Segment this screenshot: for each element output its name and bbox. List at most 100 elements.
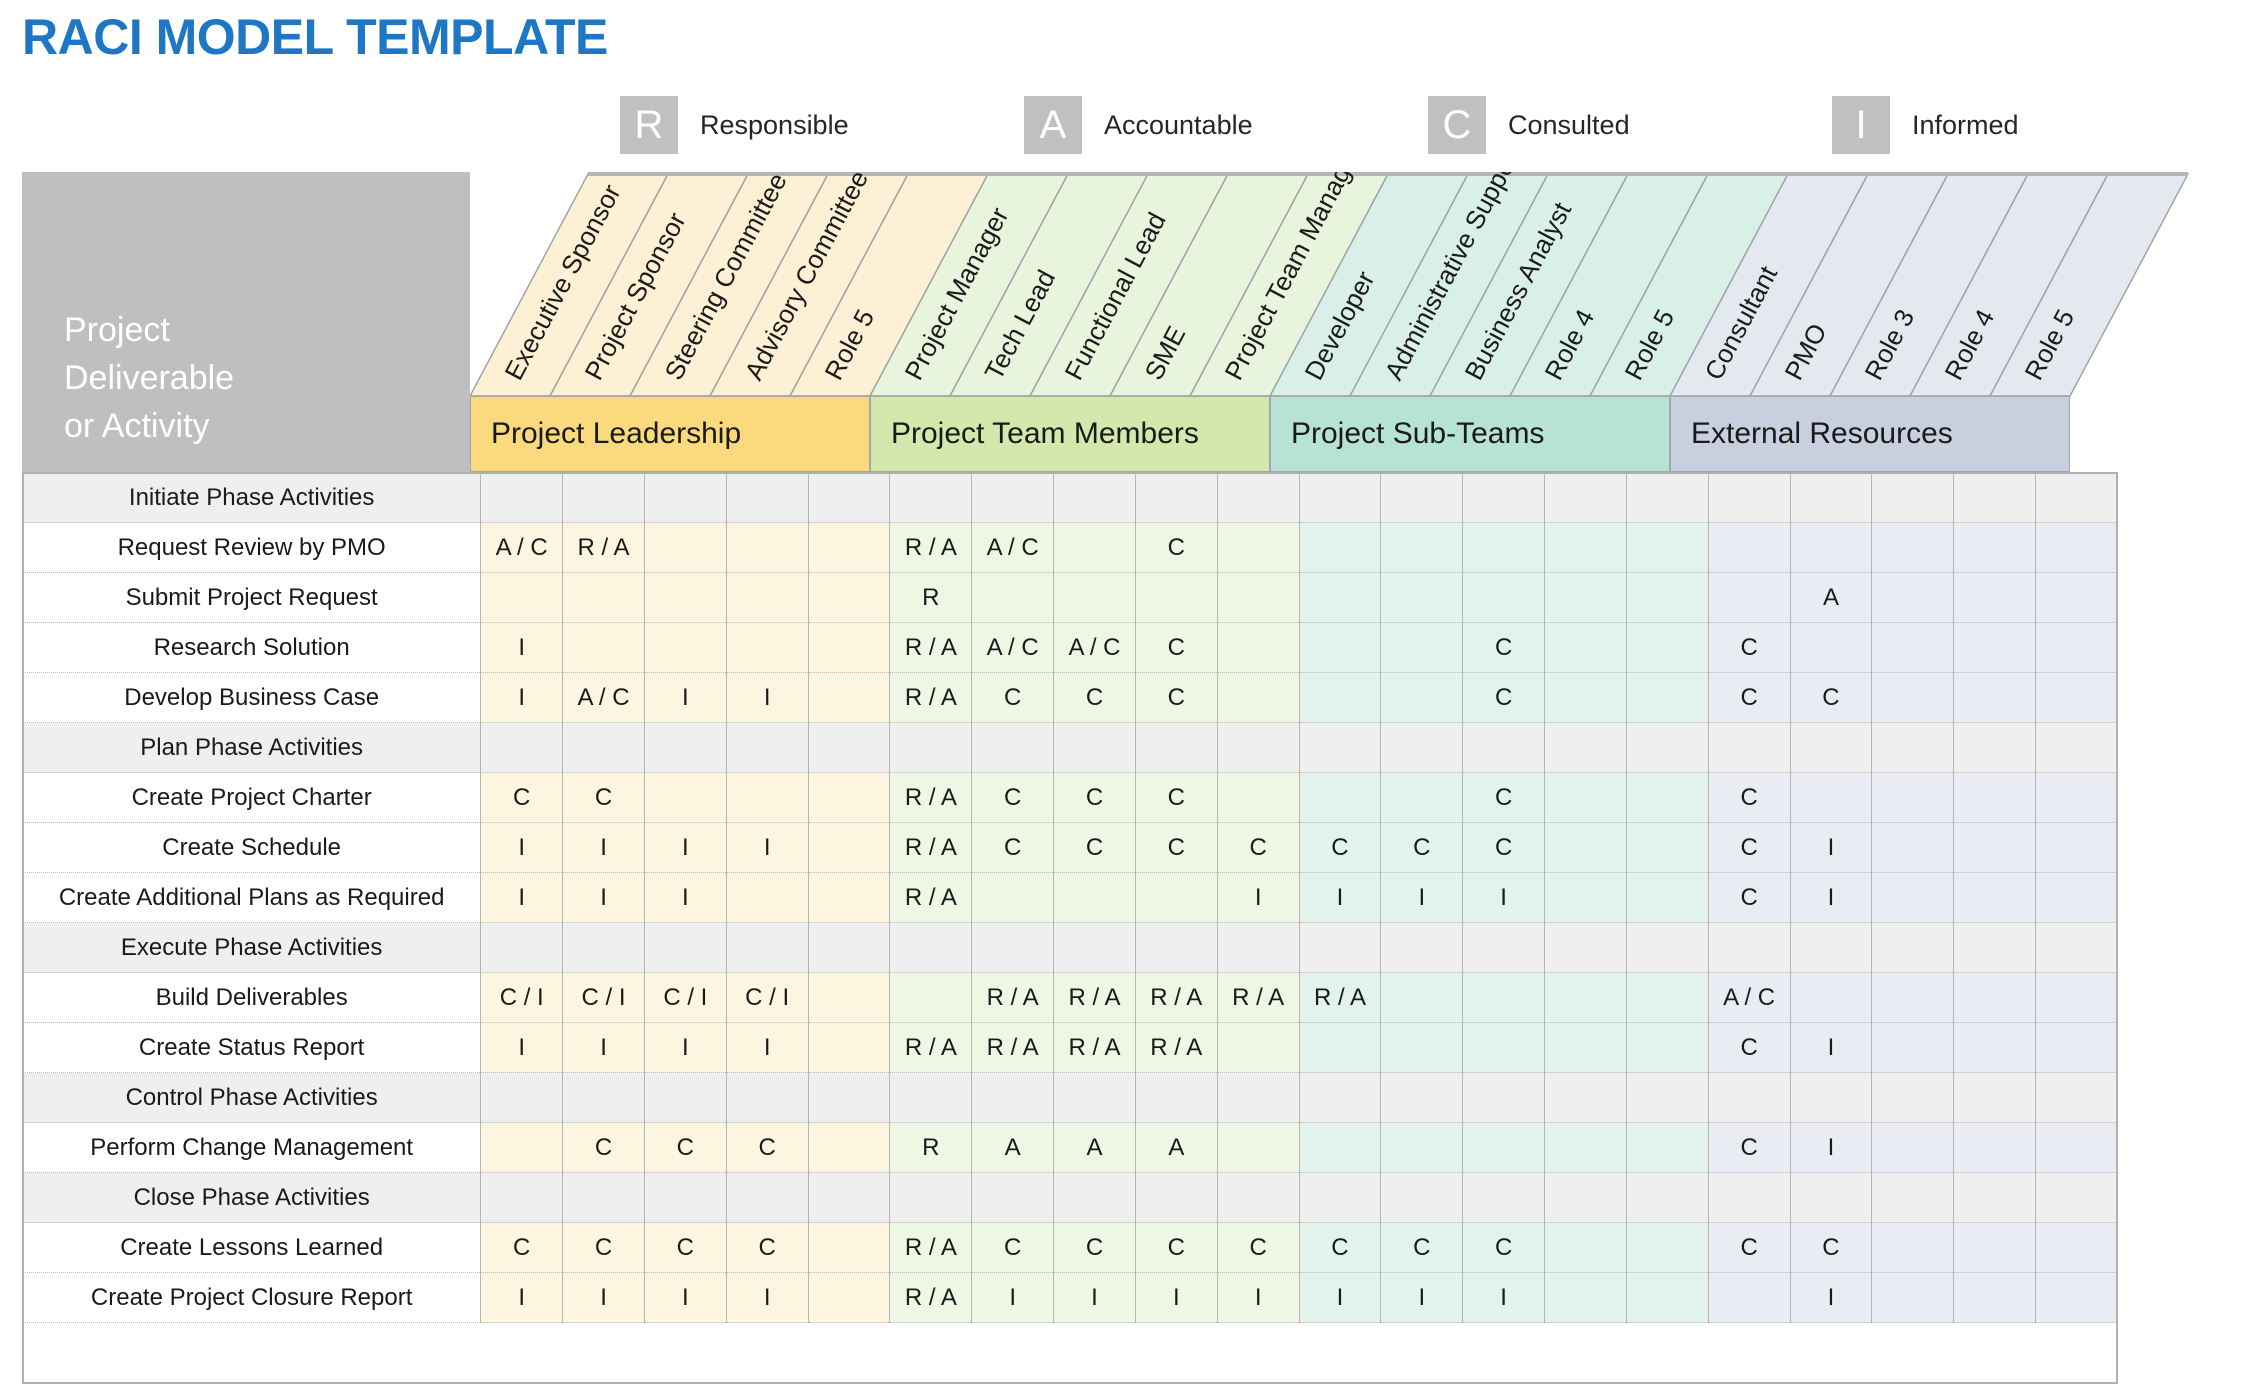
raci-cell[interactable] [1625,1122,1709,1173]
raci-cell[interactable] [1462,572,1546,623]
raci-cell[interactable] [1053,1072,1136,1123]
raci-cell[interactable]: R / A [889,772,973,823]
phase-row[interactable]: Initiate Phase Activities [21,472,2118,523]
raci-cell[interactable] [1544,972,1627,1023]
raci-cell[interactable]: C [1298,822,1382,873]
raci-cell[interactable] [807,572,891,623]
raci-cell[interactable]: A [1789,572,1873,623]
raci-cell[interactable] [1134,1172,1218,1223]
raci-cell[interactable]: I [971,1272,1055,1323]
raci-cell[interactable] [643,922,727,973]
raci-cell[interactable]: C / I [562,972,645,1023]
raci-cell[interactable]: I [1134,1272,1218,1323]
raci-cell[interactable]: I [1789,1022,1873,1073]
raci-cell[interactable]: A [1134,1122,1218,1173]
raci-cell[interactable] [1216,572,1300,623]
raci-cell[interactable] [889,972,973,1023]
raci-cell[interactable]: R / A [971,1022,1055,1073]
raci-cell[interactable] [1134,722,1218,773]
raci-cell[interactable] [889,722,973,773]
raci-cell[interactable] [971,572,1055,623]
raci-cell[interactable] [1380,622,1464,673]
raci-cell[interactable]: C [1462,772,1546,823]
raci-cell[interactable]: A [1053,1122,1136,1173]
raci-cell[interactable] [1462,922,1546,973]
raci-cell[interactable] [1380,722,1464,773]
raci-cell[interactable] [1953,472,2037,523]
raci-cell[interactable] [1953,1222,2037,1273]
raci-cell[interactable] [1053,872,1136,923]
raci-cell[interactable] [971,472,1055,523]
raci-cell[interactable] [1625,1072,1709,1123]
raci-cell[interactable] [1544,472,1627,523]
raci-cell[interactable]: C [971,1222,1055,1273]
raci-cell[interactable] [1053,522,1136,573]
raci-cell[interactable] [1053,572,1136,623]
raci-cell[interactable] [807,872,891,923]
raci-cell[interactable]: C [1134,822,1218,873]
phase-row[interactable]: Control Phase Activities [21,1072,2118,1123]
raci-cell[interactable] [1380,1172,1464,1223]
raci-cell[interactable] [1544,822,1627,873]
raci-cell[interactable] [1625,522,1709,573]
raci-cell[interactable]: C [971,772,1055,823]
raci-cell[interactable] [807,1222,891,1273]
raci-cell[interactable]: C [1134,1222,1218,1273]
raci-cell[interactable] [1707,722,1791,773]
raci-cell[interactable] [2035,1272,2118,1323]
raci-cell[interactable]: C [1053,772,1136,823]
raci-cell[interactable]: I [1789,822,1873,873]
raci-cell[interactable] [725,722,809,773]
raci-cell[interactable] [1789,472,1873,523]
raci-cell[interactable] [1544,622,1627,673]
raci-cell[interactable] [562,922,645,973]
raci-cell[interactable] [1871,472,1955,523]
raci-cell[interactable] [1625,1172,1709,1223]
group-header-0[interactable]: Project Leadership [470,396,870,472]
group-header-2[interactable]: Project Sub-Teams [1270,396,1670,472]
raci-cell[interactable]: I [1298,1272,1382,1323]
raci-cell[interactable]: I [1380,1272,1464,1323]
raci-cell[interactable] [643,1172,727,1223]
raci-cell[interactable] [1216,1172,1300,1223]
raci-cell[interactable] [562,1072,645,1123]
raci-cell[interactable] [807,1072,891,1123]
raci-cell[interactable] [1544,1172,1627,1223]
raci-cell[interactable] [1871,1172,1955,1223]
raci-cell[interactable] [1625,872,1709,923]
raci-cell[interactable]: R / A [889,872,973,923]
raci-cell[interactable] [480,722,564,773]
raci-cell[interactable]: A [971,1122,1055,1173]
activity-row[interactable]: Create Lessons Learned C C C C R / ACCCCCCCCC [21,1222,2118,1273]
raci-cell[interactable] [1216,772,1300,823]
raci-cell[interactable]: I [480,822,564,873]
raci-cell[interactable]: I [1789,1122,1873,1173]
raci-cell[interactable]: I [725,1272,809,1323]
raci-cell[interactable] [1707,1072,1791,1123]
raci-cell[interactable] [2035,922,2118,973]
raci-cell[interactable] [971,922,1055,973]
raci-cell[interactable]: C / I [725,972,809,1023]
raci-cell[interactable] [1789,772,1873,823]
raci-cell[interactable] [1625,922,1709,973]
raci-cell[interactable]: R / A [889,1222,973,1273]
raci-cell[interactable]: C [562,772,645,823]
raci-cell[interactable]: A / C [480,522,564,573]
raci-cell[interactable] [889,922,973,973]
raci-cell[interactable] [562,722,645,773]
raci-cell[interactable]: A / C [1707,972,1791,1023]
raci-cell[interactable]: C [971,822,1055,873]
raci-cell[interactable]: I [1216,1272,1300,1323]
raci-cell[interactable] [725,572,809,623]
raci-cell[interactable] [1053,922,1136,973]
raci-cell[interactable] [1462,1022,1546,1073]
raci-cell[interactable] [1789,722,1873,773]
raci-cell[interactable] [1953,622,2037,673]
raci-cell[interactable] [889,1172,973,1223]
raci-cell[interactable] [1380,672,1464,723]
raci-cell[interactable]: I [725,1022,809,1073]
raci-cell[interactable] [725,522,809,573]
raci-cell[interactable]: C [643,1122,727,1173]
raci-cell[interactable] [1298,1022,1382,1073]
raci-cell[interactable]: C [1216,822,1300,873]
